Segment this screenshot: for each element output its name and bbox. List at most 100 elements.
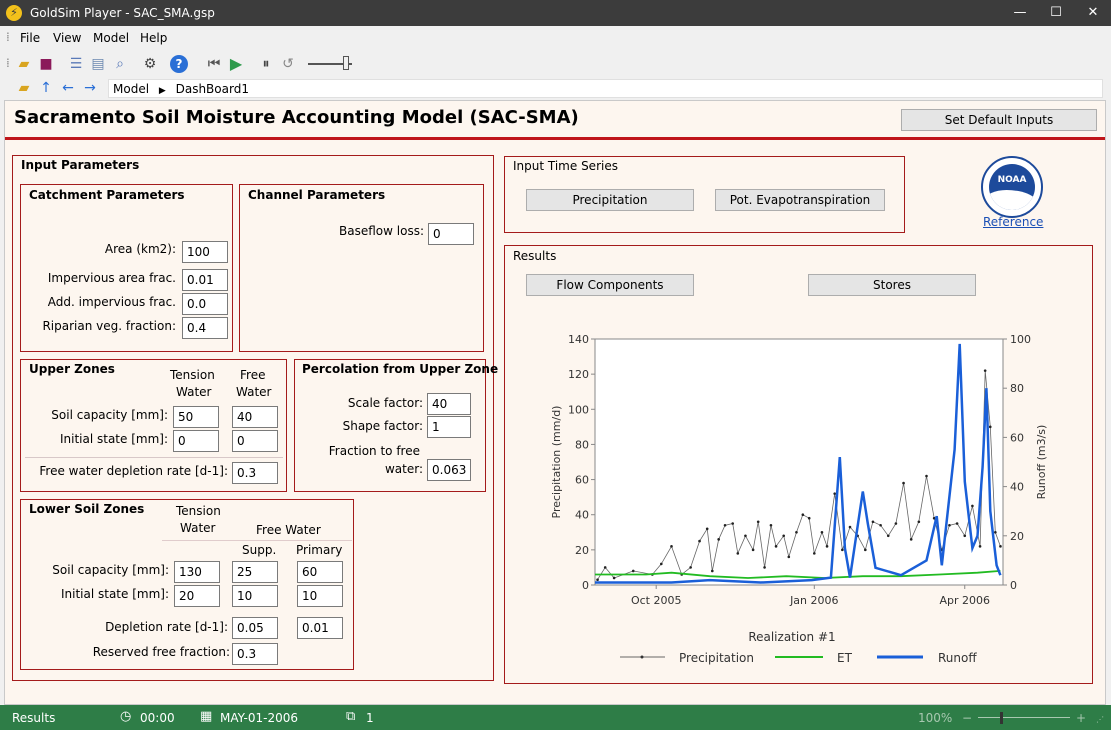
window-title: GoldSim Player - SAC_SMA.gsp — [30, 6, 215, 20]
rewind-icon[interactable]: ⏮ — [204, 54, 224, 74]
fraction-free-input[interactable]: 0.063 — [427, 459, 471, 481]
pause-icon[interactable]: ⏸ — [256, 54, 276, 74]
precipitation-point — [717, 538, 720, 541]
lower-initial-label: Initial state [mm]: — [60, 587, 169, 601]
lower-capacity-supp-input[interactable]: 25 — [232, 561, 278, 583]
shape-factor-input[interactable]: 1 — [427, 416, 471, 438]
grip-icon: ⁞ — [6, 30, 10, 44]
area-input[interactable]: 100 — [182, 241, 228, 263]
folder-home-icon[interactable]: ▰ — [14, 78, 34, 98]
status-realization: 1 — [366, 711, 374, 725]
y-left-tick-label: 100 — [568, 403, 589, 416]
breadcrumb-model[interactable]: Model — [113, 82, 149, 96]
precipitation-point — [841, 548, 844, 552]
precipitation-point — [698, 539, 701, 543]
riparian-label: Riparian veg. fraction: — [42, 319, 176, 333]
flow-components-button[interactable]: Flow Components — [526, 274, 694, 296]
close-button[interactable]: ✕ — [1075, 0, 1111, 26]
lower-tension-header-2: Water — [180, 521, 216, 535]
scale-factor-input[interactable]: 40 — [427, 393, 471, 415]
input-parameters-title: Input Parameters — [21, 158, 140, 172]
zoom-in-icon[interactable]: + — [1076, 711, 1086, 725]
tree-view-icon[interactable]: ☰ — [66, 54, 86, 74]
riparian-input[interactable]: 0.4 — [182, 317, 228, 339]
forward-arrow-icon[interactable]: → — [80, 78, 100, 98]
lower-capacity-tension-input[interactable]: 130 — [174, 561, 220, 583]
settings-icon[interactable]: ⚙ — [140, 54, 160, 74]
x-axis-label: Realization #1 — [748, 630, 835, 644]
baseflow-label: Baseflow loss: — [339, 224, 424, 238]
pot-evapotranspiration-button[interactable]: Pot. Evapotranspiration — [715, 189, 885, 211]
lower-header-divider — [162, 540, 352, 541]
menu-help[interactable]: Help — [140, 31, 167, 45]
help-icon[interactable]: ? — [170, 55, 188, 73]
precipitation-point — [801, 513, 805, 517]
lower-primary-header: Primary — [296, 543, 343, 557]
noaa-logo-text: NOAA — [997, 175, 1027, 185]
free-water-depletion-label: Free water depletion rate [d-1]: — [39, 464, 228, 478]
play-icon[interactable]: ▶ — [226, 54, 246, 74]
maximize-button[interactable]: ☐ — [1038, 0, 1074, 26]
stores-button[interactable]: Stores — [808, 274, 976, 296]
upper-divider — [25, 457, 283, 458]
impervious-input[interactable]: 0.01 — [182, 269, 228, 291]
reset-icon[interactable]: ↺ — [278, 54, 298, 74]
upper-capacity-tension-input[interactable]: 50 — [173, 406, 219, 428]
legend: Precipitation ET Runoff — [620, 651, 977, 665]
precipitation-point — [612, 576, 616, 580]
lower-capacity-label: Soil capacity [mm]: — [52, 563, 169, 577]
breadcrumb: Model ▶ DashBoard1 — [108, 79, 1103, 98]
lower-depletion-primary-input[interactable]: 0.01 — [297, 617, 343, 639]
y-right-tick-label: 20 — [1010, 530, 1024, 543]
precipitation-point — [955, 522, 959, 525]
minimize-button[interactable]: — — [1002, 0, 1038, 26]
breadcrumb-dashboard[interactable]: DashBoard1 — [176, 82, 249, 96]
legend-precipitation-marker — [640, 655, 644, 659]
lower-capacity-primary-input[interactable]: 60 — [297, 561, 343, 583]
precipitation-point — [978, 545, 982, 548]
lower-initial-supp-input[interactable]: 10 — [232, 585, 278, 607]
zoom-out-icon[interactable]: − — [962, 711, 972, 725]
comment-icon[interactable]: ▤ — [88, 54, 108, 74]
reference-link[interactable]: Reference — [983, 215, 1043, 229]
up-arrow-icon[interactable]: ↑ — [36, 78, 56, 98]
grip-icon: ⁞ — [6, 56, 10, 70]
back-arrow-icon[interactable]: ← — [58, 78, 78, 98]
resize-grip-icon[interactable]: ⋰ — [1096, 715, 1104, 724]
speed-slider-thumb[interactable] — [343, 56, 349, 70]
open-folder-icon[interactable]: ▰ — [14, 54, 34, 74]
precipitation-button[interactable]: Precipitation — [526, 189, 694, 211]
add-impervious-input[interactable]: 0.0 — [182, 293, 228, 315]
find-icon[interactable]: ⌕ — [110, 54, 130, 74]
upper-initial-label: Initial state [mm]: — [59, 432, 168, 446]
menu-model[interactable]: Model — [93, 31, 129, 45]
precipitation-point — [603, 566, 607, 569]
precipitation-point — [963, 534, 967, 538]
zoom-slider-thumb[interactable] — [1000, 712, 1003, 724]
add-impervious-label: Add. impervious frac. — [47, 295, 176, 309]
precipitation-point — [751, 548, 755, 552]
status-date: MAY-01-2006 — [220, 711, 299, 725]
noaa-logo-icon: NOAA — [981, 156, 1043, 218]
calendar-icon: ▦ — [200, 709, 213, 724]
lower-depletion-supp-input[interactable]: 0.05 — [232, 617, 278, 639]
upper-free-header-1: Free — [240, 368, 266, 382]
reserved-free-input[interactable]: 0.3 — [232, 643, 278, 665]
dashboard-title: Sacramento Soil Moisture Accounting Mode… — [14, 107, 579, 128]
precipitation-point — [848, 525, 852, 529]
set-default-inputs-button[interactable]: Set Default Inputs — [901, 109, 1097, 131]
upper-initial-tension-input[interactable]: 0 — [173, 430, 219, 452]
lower-initial-primary-input[interactable]: 10 — [297, 585, 343, 607]
save-icon[interactable]: ■ — [36, 54, 56, 74]
precipitation-point — [994, 530, 997, 534]
precipitation-point — [820, 530, 824, 534]
upper-capacity-label: Soil capacity [mm]: — [51, 408, 168, 422]
menu-file[interactable]: File — [20, 31, 40, 45]
free-water-depletion-input[interactable]: 0.3 — [232, 462, 278, 484]
menu-view[interactable]: View — [53, 31, 81, 45]
upper-initial-free-input[interactable]: 0 — [232, 430, 278, 452]
lower-initial-tension-input[interactable]: 20 — [174, 585, 220, 607]
precipitation-point — [886, 534, 890, 538]
baseflow-input[interactable]: 0 — [428, 223, 474, 245]
upper-capacity-free-input[interactable]: 40 — [232, 406, 278, 428]
